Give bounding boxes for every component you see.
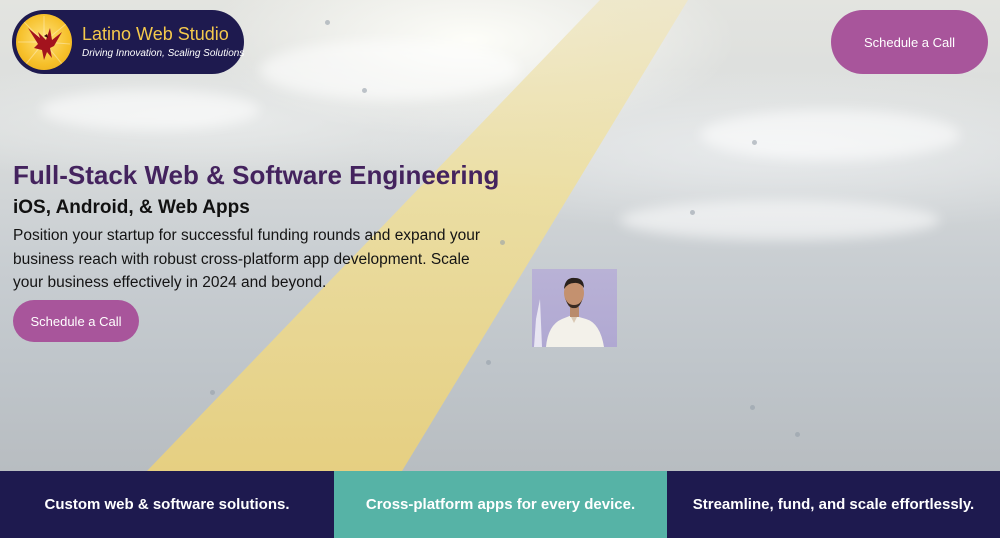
brand-logo[interactable]: Latino Web Studio Driving Innovation, Sc…	[12, 10, 244, 74]
feature-scale: Streamline, fund, and scale effortlessly…	[667, 471, 1000, 538]
feature-cross-platform: Cross-platform apps for every device.	[334, 471, 667, 538]
bubble-dot	[210, 390, 215, 395]
hero-schedule-call-button[interactable]: Schedule a Call	[13, 300, 139, 342]
bubble-dot	[750, 405, 755, 410]
bubble-dot	[362, 88, 367, 93]
bubble-dot	[795, 432, 800, 437]
brand-tagline: Driving Innovation, Scaling Solutions	[82, 48, 245, 59]
bubble-dot	[500, 240, 505, 245]
schedule-call-button[interactable]: Schedule a Call	[831, 10, 988, 74]
bubble-dot	[752, 140, 757, 145]
hero-subheadline: iOS, Android, & Web Apps	[13, 197, 250, 218]
bubble-dot	[486, 360, 491, 365]
founder-photo	[532, 269, 617, 347]
phoenix-icon	[16, 14, 72, 70]
feature-custom-solutions: Custom web & software solutions.	[0, 471, 334, 538]
brand-name: Latino Web Studio	[82, 24, 229, 44]
page-title: Full-Stack Web & Software Engineering	[13, 160, 500, 190]
bubble-dot	[690, 210, 695, 215]
bubble-dot	[325, 20, 330, 25]
hero-description: Position your startup for successful fun…	[13, 227, 480, 291]
